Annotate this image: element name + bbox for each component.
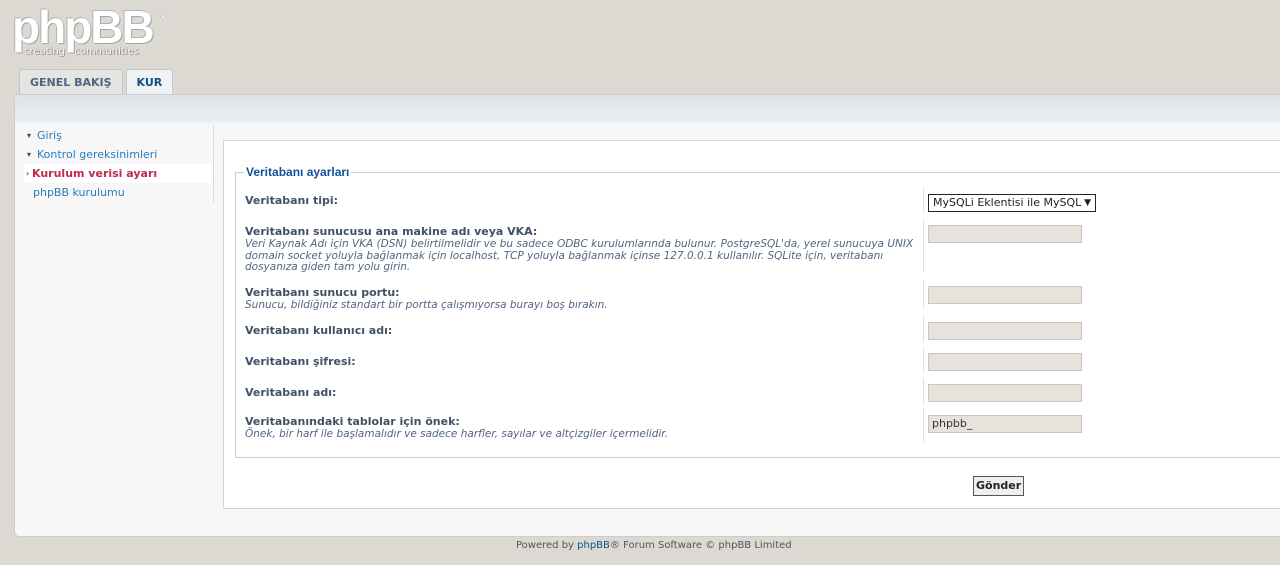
db-pass-label: Veritabanı şifresi:	[245, 355, 356, 368]
row-divider	[923, 188, 924, 212]
footer: Powered by phpBB® Forum Software © phpBB…	[0, 540, 1280, 551]
tab-overview[interactable]: GENEL BAKIŞ	[19, 69, 123, 95]
menu-item-label: Giriş	[37, 129, 62, 142]
tab-install[interactable]: KUR	[125, 69, 174, 96]
row-divider	[923, 409, 924, 443]
fieldset-legend: Veritabanı ayarları	[244, 165, 352, 179]
database-settings-fieldset: Veritabanı ayarları Veritabanı tipi: MyS…	[235, 165, 1280, 458]
db-type-selected-value: MySQLi Eklentisi ile MySQL	[933, 196, 1082, 209]
db-name-label: Veritabanı adı:	[245, 386, 337, 399]
row-divider	[923, 378, 924, 404]
db-host-label: Veritabanı sunucusu ana makine adı veya …	[245, 225, 538, 238]
row-divider	[923, 280, 924, 308]
db-host-explain: Veri Kaynak Adı için VKA (DSN) belirtilm…	[245, 238, 914, 273]
phpbb-logo: phpBB ® creating communities	[12, 1, 169, 60]
db-port-label: Veritabanı sunucu portu:	[245, 286, 400, 299]
menu-item-requirements[interactable]: ▾ Kontrol gereksinimleri	[24, 145, 213, 164]
dropdown-caret-icon: ▼	[1084, 198, 1091, 208]
menu-item-intro[interactable]: ▾ Giriş	[24, 126, 213, 145]
db-host-input[interactable]	[928, 225, 1082, 243]
db-port-input[interactable]	[928, 286, 1082, 304]
footer-phpbb-link[interactable]: phpBB	[577, 540, 610, 551]
db-user-label: Veritabanı kullanıcı adı:	[245, 324, 393, 337]
row-divider	[923, 316, 924, 342]
db-port-explain: Sunucu, bildiğiniz standart bir portta ç…	[245, 299, 608, 311]
logo-text: phpBB	[12, 1, 155, 53]
logo-registered-mark: ®	[158, 10, 169, 23]
row-divider	[923, 347, 924, 373]
db-pass-input[interactable]	[928, 353, 1082, 371]
db-user-input[interactable]	[928, 322, 1082, 340]
content-area: Veritabanı ayarları Veritabanı tipi: MyS…	[223, 140, 1280, 509]
footer-prefix: Powered by	[516, 540, 578, 551]
table-prefix-label: Veritabanındaki tablolar için önek:	[245, 415, 460, 428]
menu-item-label: Kontrol gereksinimleri	[37, 148, 158, 161]
check-arrow-icon: ▾	[27, 150, 32, 159]
table-prefix-explain: Önek, bir harf ile başlamalıdır ve sadec…	[245, 428, 668, 440]
table-prefix-input[interactable]: phpbb_	[928, 415, 1082, 433]
tab-bar: GENEL BAKIŞ KUR	[19, 69, 174, 96]
db-type-label: Veritabanı tipi:	[245, 194, 339, 207]
panel-header-strip	[15, 95, 1280, 123]
db-type-select[interactable]: MySQLi Eklentisi ile MySQL ▼	[928, 194, 1096, 212]
check-arrow-icon: ▾	[27, 131, 32, 140]
menu-item-database-settings[interactable]: › Kurulum verisi ayarı	[24, 164, 213, 183]
menu-item-label: Kurulum verisi ayarı	[32, 167, 158, 180]
active-arrow-icon: ›	[26, 169, 30, 178]
db-name-input[interactable]	[928, 384, 1082, 402]
menu-item-label: phpBB kurulumu	[33, 186, 125, 199]
footer-suffix: ® Forum Software © phpBB Limited	[609, 540, 792, 551]
row-divider	[923, 219, 924, 271]
install-steps-menu: ▾ Giriş ▾ Kontrol gereksinimleri › Kurulum …	[24, 126, 214, 202]
menu-item-install-phpbb[interactable]: phpBB kurulumu	[24, 183, 213, 202]
logo-tagline: creating communities	[24, 46, 139, 57]
submit-button[interactable]: Gönder	[973, 476, 1025, 496]
